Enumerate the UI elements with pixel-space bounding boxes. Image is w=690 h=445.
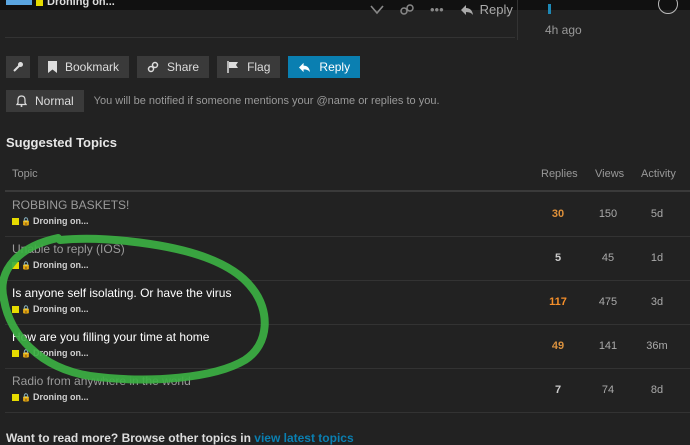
- green-annotation-circle: [0, 234, 269, 384]
